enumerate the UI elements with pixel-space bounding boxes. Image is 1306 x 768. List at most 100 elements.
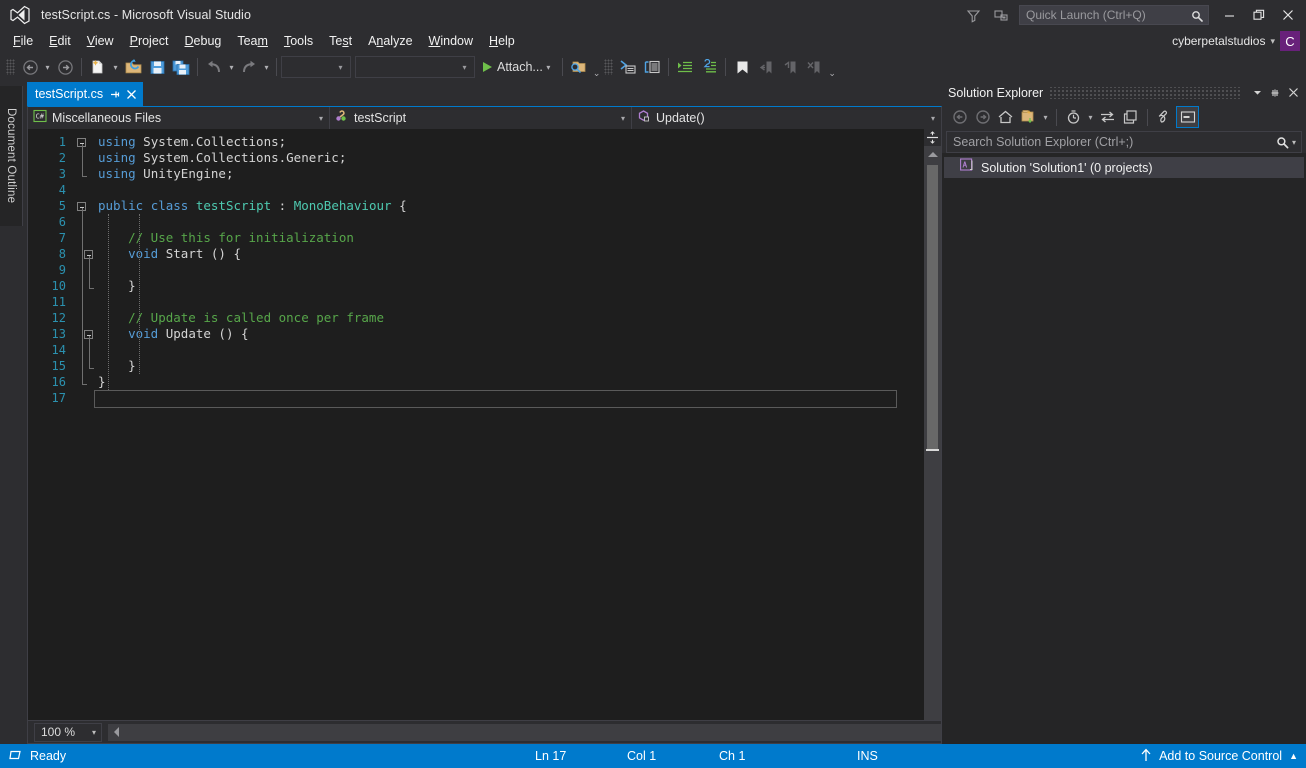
navbar-member-combo[interactable]: Update() ▾ — [632, 107, 941, 129]
code-line[interactable] — [94, 342, 924, 358]
menu-tools[interactable]: Tools — [276, 31, 321, 51]
new-project-dropdown[interactable]: ▾ — [110, 63, 121, 72]
menu-window[interactable]: Window — [421, 31, 481, 51]
undo-button[interactable] — [202, 55, 226, 79]
pin-icon[interactable] — [109, 89, 120, 100]
solution-explorer-search[interactable]: ▾ — [946, 131, 1302, 153]
search-solution-explorer-input[interactable] — [947, 132, 1276, 152]
menu-test[interactable]: Test — [321, 31, 360, 51]
save-all-button[interactable] — [169, 55, 193, 79]
vertical-scrollbar[interactable] — [924, 129, 941, 720]
chevron-down-icon[interactable]: ▾ — [92, 728, 96, 737]
home-icon[interactable] — [994, 106, 1017, 128]
outlining-row[interactable] — [72, 198, 94, 214]
refresh-dropdown[interactable]: ▾ — [1085, 113, 1096, 122]
menu-view[interactable]: View — [79, 31, 122, 51]
navbar-project-combo[interactable]: C# Miscellaneous Files ▾ — [28, 107, 330, 129]
code-editor[interactable]: 1234567891011121314151617 using System.C… — [28, 129, 941, 720]
preview-selected-items-icon[interactable] — [1176, 106, 1199, 128]
horizontal-scrollbar[interactable] — [108, 724, 941, 741]
increase-indent-icon[interactable] — [673, 55, 697, 79]
toolbar-grip-2[interactable] — [604, 59, 613, 75]
code-line[interactable]: using UnityEngine; — [94, 166, 924, 182]
close-icon[interactable] — [1284, 84, 1302, 102]
back-icon[interactable] — [948, 106, 971, 128]
outlining-row[interactable] — [72, 358, 94, 374]
open-file-button[interactable] — [121, 55, 145, 79]
outlining-row[interactable] — [72, 134, 94, 150]
code-line[interactable] — [94, 294, 924, 310]
refresh-icon[interactable] — [1062, 106, 1085, 128]
outlining-row[interactable] — [72, 326, 94, 342]
code-line-current[interactable] — [94, 390, 897, 408]
uncomment-lines-icon[interactable] — [640, 55, 664, 79]
chevron-down-icon[interactable]: ▾ — [621, 114, 625, 123]
solution-platform-combo[interactable]: ▾ — [355, 56, 475, 78]
solution-explorer-tree[interactable]: Solution 'Solution1' (0 projects) — [942, 153, 1306, 744]
notifications-icon[interactable] — [987, 2, 1015, 28]
navigate-backward-button[interactable] — [18, 55, 42, 79]
code-line[interactable] — [94, 182, 924, 198]
chevron-down-icon[interactable]: ▾ — [319, 114, 323, 123]
menu-analyze[interactable]: Analyze — [360, 31, 420, 51]
attach-dropdown[interactable]: ▾ — [543, 63, 554, 72]
scroll-up-button[interactable] — [924, 146, 941, 163]
code-line[interactable]: using System.Collections.Generic; — [94, 150, 924, 166]
code-text-area[interactable]: using System.Collections;using System.Co… — [94, 129, 924, 720]
navbar-type-combo[interactable]: testScript ▾ — [330, 107, 632, 129]
undo-dropdown[interactable]: ▾ — [226, 63, 237, 72]
code-line[interactable] — [94, 262, 924, 278]
redo-dropdown[interactable]: ▾ — [261, 63, 272, 72]
properties-icon[interactable] — [1153, 106, 1176, 128]
code-line[interactable]: } — [94, 358, 924, 374]
outlining-row[interactable] — [72, 390, 94, 406]
sync-icon[interactable] — [1096, 106, 1119, 128]
restore-button[interactable] — [1244, 3, 1273, 27]
scrollbar-thumb[interactable] — [927, 165, 938, 450]
code-line[interactable]: } — [94, 278, 924, 294]
navigate-backward-dropdown[interactable]: ▾ — [42, 63, 53, 72]
save-button[interactable] — [145, 55, 169, 79]
search-icon[interactable] — [1276, 136, 1292, 149]
code-line[interactable]: using System.Collections; — [94, 134, 924, 150]
outlining-row[interactable] — [72, 182, 94, 198]
code-line[interactable]: public class testScript : MonoBehaviour … — [94, 198, 924, 214]
outlining-row[interactable] — [72, 246, 94, 262]
zoom-level-selector[interactable]: 100 % ▾ — [34, 723, 102, 742]
new-project-button[interactable] — [86, 55, 110, 79]
navigate-forward-button[interactable] — [53, 55, 77, 79]
menu-help[interactable]: Help — [481, 31, 523, 51]
outlining-row[interactable] — [72, 374, 94, 390]
account-area[interactable]: cyberpetalstudios ▾ C — [1172, 30, 1300, 52]
menu-edit[interactable]: Edit — [41, 31, 79, 51]
toolbar-grip[interactable] — [6, 59, 15, 75]
find-overflow-icon[interactable]: ⌄ — [593, 68, 601, 82]
menu-team[interactable]: Team — [229, 31, 276, 51]
code-line[interactable]: // Use this for initialization — [94, 230, 924, 246]
pending-changes-icon[interactable] — [1017, 106, 1040, 128]
outlining-gutter[interactable] — [72, 129, 94, 720]
close-tab-icon[interactable] — [126, 89, 137, 100]
quick-launch-input[interactable] — [1020, 6, 1180, 24]
pending-changes-dropdown[interactable]: ▾ — [1040, 113, 1051, 122]
outlining-row[interactable] — [72, 310, 94, 326]
outlining-row[interactable] — [72, 230, 94, 246]
clear-bookmarks-icon[interactable] — [802, 55, 826, 79]
forward-icon[interactable] — [971, 106, 994, 128]
chevron-up-icon[interactable]: ▲ — [1289, 751, 1298, 761]
quick-launch-box[interactable] — [1019, 5, 1209, 25]
outlining-row[interactable] — [72, 294, 94, 310]
menu-project[interactable]: Project — [122, 31, 177, 51]
menu-file[interactable]: FFileile — [5, 31, 41, 51]
scroll-left-button[interactable] — [108, 724, 125, 741]
comment-lines-icon[interactable] — [616, 55, 640, 79]
code-line[interactable]: } — [94, 374, 924, 390]
chevron-down-icon[interactable]: ▾ — [931, 114, 935, 123]
solution-configuration-combo[interactable]: ▾ — [281, 56, 351, 78]
collapse-all-icon[interactable] — [1119, 106, 1142, 128]
outlining-row[interactable] — [72, 166, 94, 182]
avatar[interactable]: C — [1280, 31, 1300, 51]
decrease-indent-icon[interactable] — [697, 55, 721, 79]
toolbar-overflow-icon[interactable]: ⌄ — [828, 68, 836, 82]
menu-debug[interactable]: Debug — [177, 31, 230, 51]
